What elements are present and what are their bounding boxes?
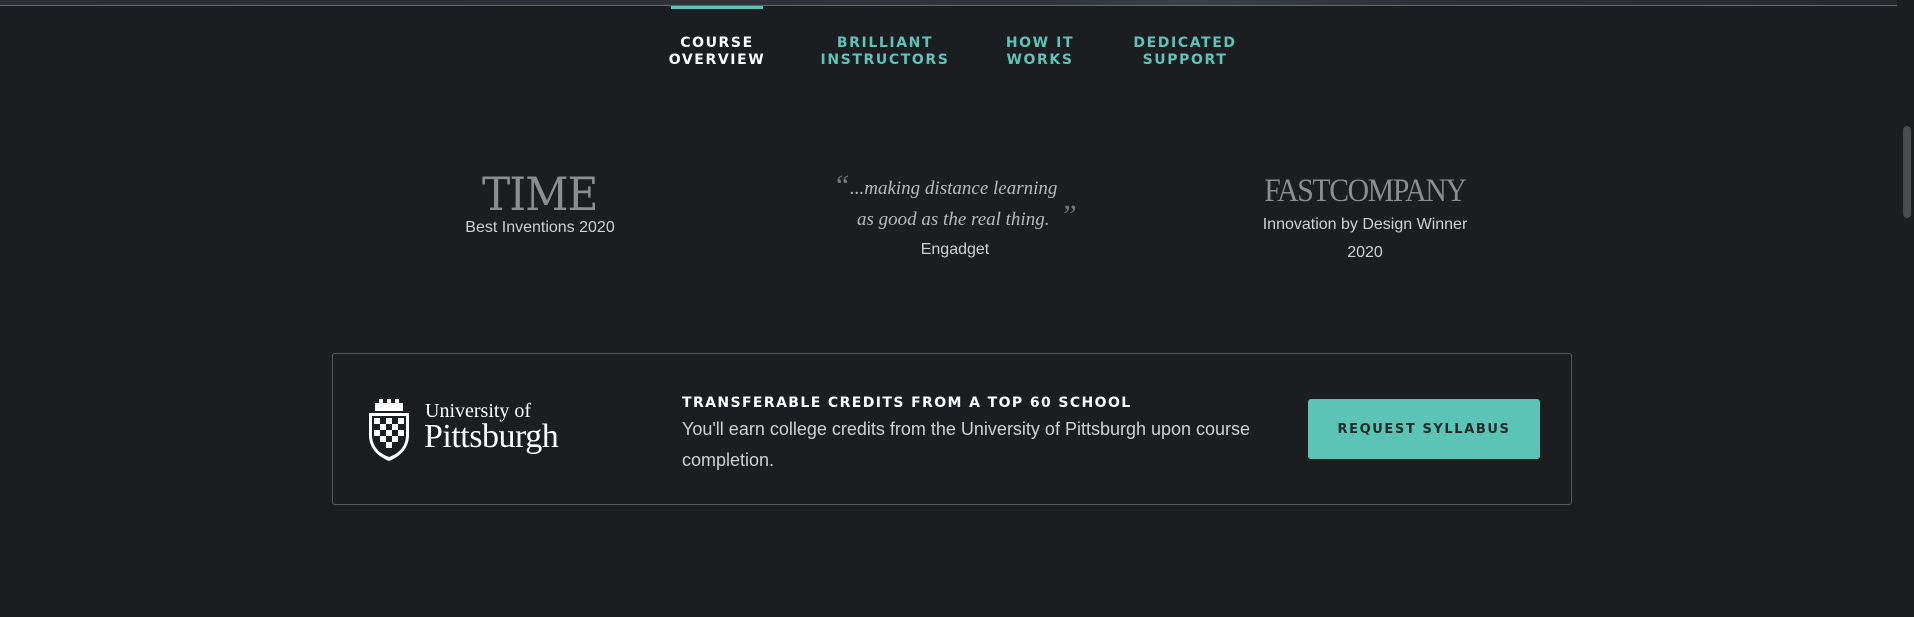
scrollbar[interactable]: [1897, 0, 1914, 617]
tab-label: HOW IT WORKS: [1005, 35, 1075, 68]
scrollbar-thumb[interactable]: [1903, 126, 1911, 218]
close-quote-icon: ”: [1060, 199, 1077, 232]
engadget-quote: “ ...making distance learning as good as…: [820, 169, 1090, 264]
university-of-pittsburgh-logo: University of Pittsburgh: [365, 397, 565, 461]
quote-line-2: as good as the real thing.: [857, 209, 1050, 230]
tab-course-overview[interactable]: COURSE OVERVIEW: [668, 0, 766, 80]
fastcompany-caption-2: 2020: [1347, 244, 1383, 261]
pitt-shield-icon: [369, 399, 409, 461]
fastcompany-mention: FASTCOMPANY Innovation by Design Winner …: [1250, 171, 1480, 267]
fastcompany-logo: FASTCOMPANY: [1264, 173, 1467, 209]
quote-source: Engadget: [920, 241, 990, 258]
press-mentions: TIME Best Inventions 2020 “ ...making di…: [0, 160, 1914, 300]
section-tabs: COURSE OVERVIEW BRILLIANT INSTRUCTORS HO…: [0, 0, 1914, 80]
credits-heading: TRANSFERABLE CREDITS FROM A TOP 60 SCHOO…: [682, 395, 1132, 411]
tab-dedicated-support[interactable]: DEDICATED SUPPORT: [1130, 0, 1240, 80]
time-logo: TIME: [482, 167, 598, 221]
tab-label: COURSE OVERVIEW: [668, 35, 766, 68]
tab-brilliant-instructors[interactable]: BRILLIANT INSTRUCTORS: [820, 0, 950, 80]
credits-description: You'll earn college credits from the Uni…: [682, 419, 1251, 470]
tab-how-it-works[interactable]: HOW IT WORKS: [1000, 0, 1080, 80]
quote-line-1: ...making distance learning: [850, 178, 1058, 199]
transferable-credits-card: University of Pittsburgh TRANSFERABLE CR…: [332, 353, 1572, 505]
fastcompany-caption-1: Innovation by Design Winner: [1262, 216, 1468, 233]
request-syllabus-button[interactable]: REQUEST SYLLABUS: [1308, 399, 1540, 459]
open-quote-icon: “: [833, 169, 850, 202]
tab-label: DEDICATED SUPPORT: [1133, 35, 1237, 68]
time-mention: TIME Best Inventions 2020: [430, 168, 650, 242]
tab-label: BRILLIANT INSTRUCTORS: [820, 35, 950, 68]
logo-text-line-2: Pittsburgh: [424, 418, 559, 455]
